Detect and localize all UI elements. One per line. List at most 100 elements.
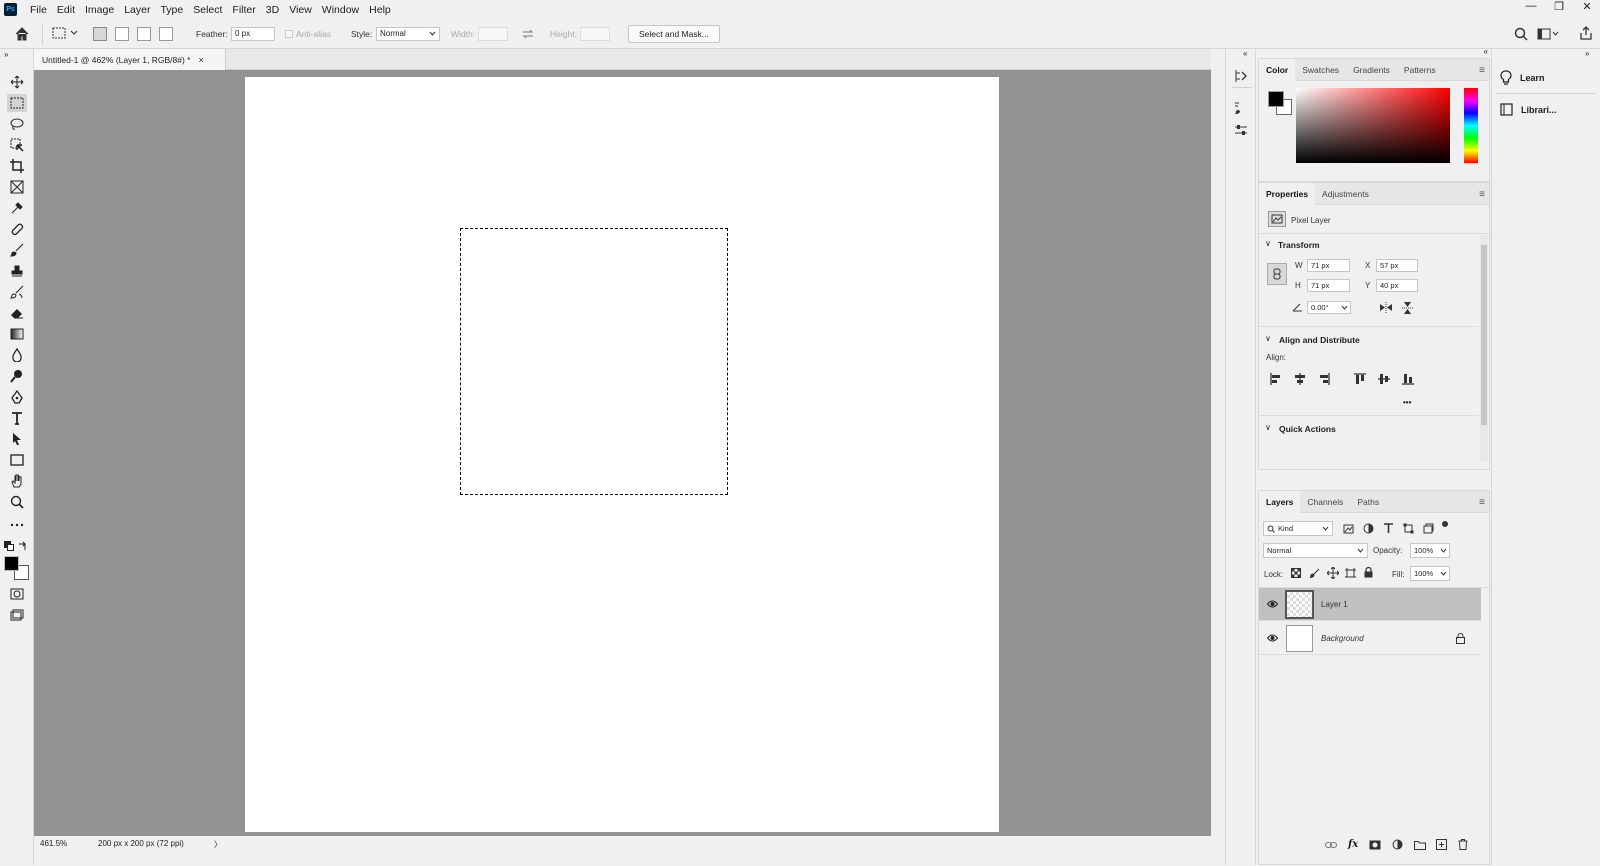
- close-button[interactable]: ✕: [1580, 0, 1594, 13]
- flip-vertical-icon[interactable]: [1402, 301, 1413, 315]
- scrollbar-thumb[interactable]: [1481, 245, 1487, 425]
- screen-mode-icon[interactable]: [7, 606, 27, 624]
- delete-layer-icon[interactable]: [1458, 839, 1468, 850]
- panel-foreground-swatch[interactable]: [1268, 91, 1284, 107]
- intersect-selection-button[interactable]: [159, 27, 173, 41]
- layer-lock-icon[interactable]: [1456, 633, 1465, 644]
- rectangle-tool-icon[interactable]: [7, 451, 27, 469]
- fill-field[interactable]: 100%: [1410, 566, 1450, 581]
- crop-tool-icon[interactable]: [7, 157, 27, 175]
- add-mask-icon[interactable]: [1369, 840, 1381, 850]
- lock-pixels-icon[interactable]: [1310, 568, 1320, 578]
- tab-properties[interactable]: Properties: [1259, 182, 1316, 205]
- menu-select[interactable]: Select: [188, 4, 227, 16]
- libraries-button[interactable]: Librari...: [1500, 103, 1557, 116]
- menu-edit[interactable]: Edit: [52, 4, 80, 16]
- collapse-dock-icon[interactable]: «: [1243, 49, 1247, 58]
- angle-field[interactable]: 0.00°: [1307, 301, 1351, 314]
- height-field[interactable]: 71 px: [1307, 279, 1350, 292]
- move-tool-icon[interactable]: [7, 73, 27, 91]
- x-field[interactable]: 57 px: [1376, 259, 1418, 272]
- visibility-eye-icon[interactable]: [1267, 634, 1278, 642]
- object-selection-tool-icon[interactable]: [7, 136, 27, 154]
- canvas-workspace[interactable]: [34, 70, 1211, 836]
- add-to-selection-button[interactable]: [115, 27, 129, 41]
- tab-gradients[interactable]: Gradients: [1346, 59, 1397, 81]
- minimize-button[interactable]: —: [1524, 0, 1538, 13]
- filter-type-icon[interactable]: [1383, 523, 1394, 534]
- tab-channels[interactable]: Channels: [1300, 491, 1350, 513]
- feather-input[interactable]: 0 px: [231, 27, 275, 41]
- tab-paths[interactable]: Paths: [1350, 491, 1386, 513]
- align-right-icon[interactable]: [1318, 373, 1330, 385]
- new-group-icon[interactable]: [1414, 840, 1426, 850]
- color-picker-field[interactable]: [1296, 88, 1450, 163]
- filter-shape-icon[interactable]: [1403, 523, 1414, 534]
- learn-button[interactable]: Learn: [1500, 70, 1545, 85]
- opacity-field[interactable]: 100%: [1410, 543, 1450, 558]
- lock-transparent-icon[interactable]: [1291, 568, 1301, 578]
- type-tool-icon[interactable]: [7, 409, 27, 427]
- more-tools-icon[interactable]: [7, 516, 27, 534]
- layer-row[interactable]: Layer 1: [1259, 588, 1481, 621]
- menu-window[interactable]: Window: [317, 4, 364, 16]
- quick-actions-chevron-icon[interactable]: ∨: [1265, 423, 1271, 432]
- height-input[interactable]: [580, 27, 610, 41]
- link-dimensions-icon[interactable]: [1267, 263, 1287, 285]
- layer-filter-select[interactable]: Kind: [1263, 521, 1333, 536]
- home-icon[interactable]: [14, 26, 30, 41]
- menu-layer[interactable]: Layer: [119, 4, 155, 16]
- align-top-icon[interactable]: [1354, 373, 1366, 385]
- search-icon[interactable]: [1514, 27, 1528, 41]
- document-canvas[interactable]: [245, 77, 999, 832]
- layer-thumbnail[interactable]: [1286, 625, 1313, 652]
- share-icon[interactable]: [1579, 26, 1593, 41]
- link-layers-icon[interactable]: [1325, 841, 1337, 849]
- layer-thumbnail[interactable]: [1285, 590, 1314, 619]
- menu-filter[interactable]: Filter: [227, 4, 260, 16]
- lock-artboard-icon[interactable]: [1345, 568, 1356, 579]
- transform-chevron-icon[interactable]: ∨: [1265, 239, 1271, 248]
- layer-name[interactable]: Layer 1: [1321, 600, 1348, 609]
- eraser-tool-icon[interactable]: [7, 304, 27, 322]
- swap-colors-icon[interactable]: [18, 541, 28, 551]
- history-panel-icon[interactable]: [1234, 69, 1248, 83]
- brush-tool-icon[interactable]: [7, 241, 27, 259]
- align-left-icon[interactable]: [1270, 373, 1282, 385]
- lasso-tool-icon[interactable]: [7, 115, 27, 133]
- swap-icon[interactable]: [522, 28, 534, 40]
- status-menu-arrow[interactable]: 〉: [214, 839, 222, 850]
- restore-button[interactable]: ❐: [1552, 0, 1566, 13]
- adjustment-layer-icon[interactable]: [1392, 839, 1403, 850]
- layer-row[interactable]: Background: [1259, 622, 1481, 655]
- collapse-panels-icon[interactable]: «: [1258, 48, 1490, 57]
- tab-layers[interactable]: Layers: [1259, 490, 1301, 513]
- clone-stamp-tool-icon[interactable]: [7, 262, 27, 280]
- path-selection-tool-icon[interactable]: [7, 430, 27, 448]
- tab-patterns[interactable]: Patterns: [1397, 59, 1443, 81]
- brush-settings-icon[interactable]: [1234, 101, 1248, 115]
- adjustments-sliders-icon[interactable]: [1234, 124, 1248, 136]
- width-input[interactable]: [478, 27, 508, 41]
- hue-slider[interactable]: [1464, 88, 1478, 163]
- align-horizontal-center-icon[interactable]: [1294, 373, 1306, 385]
- subtract-from-selection-button[interactable]: [137, 27, 151, 41]
- panel-menu-icon[interactable]: ≡: [1479, 189, 1485, 200]
- menu-image[interactable]: Image: [80, 4, 119, 16]
- tab-swatches[interactable]: Swatches: [1295, 59, 1346, 81]
- panel-menu-icon[interactable]: ≡: [1479, 497, 1485, 508]
- y-field[interactable]: 40 px: [1376, 279, 1418, 292]
- more-options-icon[interactable]: •••: [1403, 398, 1411, 407]
- visibility-eye-icon[interactable]: [1267, 600, 1278, 608]
- menu-type[interactable]: Type: [155, 4, 188, 16]
- selection-marquee[interactable]: [460, 228, 728, 495]
- filter-pixel-icon[interactable]: [1343, 524, 1354, 534]
- tab-adjustments[interactable]: Adjustments: [1315, 183, 1376, 205]
- history-brush-tool-icon[interactable]: [7, 283, 27, 301]
- align-chevron-icon[interactable]: ∨: [1265, 334, 1271, 343]
- properties-scrollbar[interactable]: [1480, 235, 1488, 461]
- select-and-mask-button[interactable]: Select and Mask...: [628, 25, 720, 43]
- expand-toolbar-icon[interactable]: »: [4, 50, 8, 59]
- filter-smart-object-icon[interactable]: [1423, 523, 1434, 534]
- pen-tool-icon[interactable]: [7, 388, 27, 406]
